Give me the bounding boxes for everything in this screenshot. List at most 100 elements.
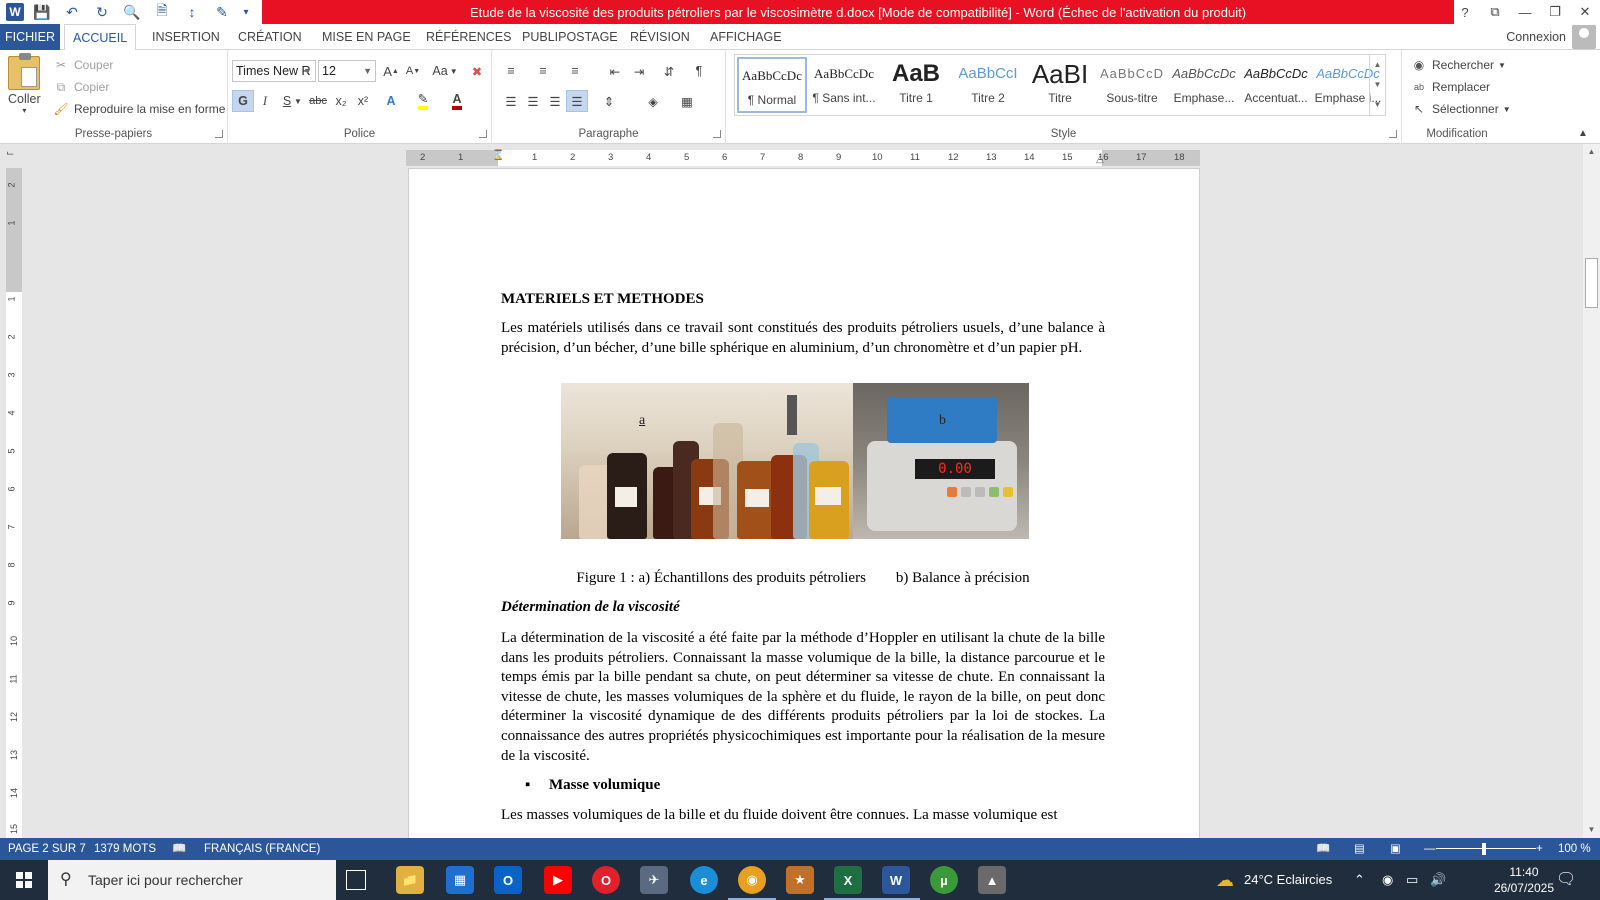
tab-selector-icon[interactable]: ⌙ bbox=[6, 148, 20, 162]
style-heading-2[interactable]: AaBbCcI Titre 2 bbox=[953, 57, 1023, 113]
scroll-up-icon[interactable]: ▲ bbox=[1583, 144, 1600, 160]
page-count[interactable]: PAGE 2 SUR 7 bbox=[8, 838, 86, 860]
document-page[interactable]: MATERIELS ET METHODES Les matériels util… bbox=[408, 168, 1200, 868]
style-normal[interactable]: AaBbCcDc ¶ Normal bbox=[737, 57, 807, 113]
superscript-button[interactable]: x² bbox=[352, 90, 374, 112]
text-effects-icon[interactable]: A bbox=[380, 90, 402, 112]
close-button[interactable]: ✕ bbox=[1570, 0, 1600, 24]
decrease-indent-icon[interactable]: ⇤ bbox=[604, 60, 626, 82]
redo-icon[interactable]: ↻ bbox=[90, 0, 114, 24]
task-view-icon[interactable] bbox=[346, 870, 366, 890]
word-icon[interactable]: W bbox=[872, 866, 920, 900]
italic-button[interactable]: I bbox=[254, 90, 276, 112]
grow-font-button[interactable]: A ▲ bbox=[380, 60, 402, 82]
tab-affichage[interactable]: AFFICHAGE bbox=[702, 24, 790, 50]
styles-launcher-icon[interactable] bbox=[1389, 130, 1397, 138]
style-subtitle[interactable]: AaBbCcD Sous-titre bbox=[1097, 57, 1167, 113]
customize-qat-icon[interactable]: ▾ bbox=[240, 0, 252, 24]
sort-icon[interactable]: ⇵ bbox=[658, 60, 680, 82]
indent-marker-icon[interactable]: ⌛ bbox=[492, 150, 504, 161]
change-case-button[interactable]: Aa ▼ bbox=[430, 60, 460, 82]
tab-mise-en-page[interactable]: MISE EN PAGE bbox=[314, 24, 419, 50]
print-preview-icon[interactable]: 🔍 bbox=[120, 0, 144, 24]
tab-creation[interactable]: CRÉATION bbox=[230, 24, 310, 50]
font-size-select[interactable]: 12 ▼ bbox=[318, 60, 376, 82]
notifications-icon[interactable]: 🗨 bbox=[1556, 860, 1576, 900]
right-indent-marker-icon[interactable]: △ bbox=[1096, 154, 1104, 165]
justify-icon[interactable]: ☰ bbox=[566, 90, 588, 112]
align-right-icon[interactable]: ☰ bbox=[544, 90, 566, 112]
underline-dropdown-icon[interactable]: ▼ bbox=[292, 90, 304, 112]
scroll-up-icon[interactable]: ▲ bbox=[1370, 55, 1385, 75]
new-document-icon[interactable]: 🗎 bbox=[150, 0, 174, 24]
weather-icon[interactable]: ☁ bbox=[1216, 860, 1234, 900]
web-layout-icon[interactable]: ▣ bbox=[1390, 838, 1401, 860]
bullets-icon[interactable]: ≡ bbox=[500, 60, 522, 82]
replace-button[interactable]: ab Remplacer bbox=[1410, 78, 1490, 96]
show-formatting-icon[interactable]: ¶ bbox=[688, 60, 710, 82]
align-center-icon[interactable]: ☰ bbox=[522, 90, 544, 112]
app-icon-2[interactable]: ▲ bbox=[978, 866, 1006, 894]
shrink-font-button[interactable]: A ▼ bbox=[402, 60, 424, 82]
select-button[interactable]: ↖ Sélectionner ▼ bbox=[1410, 100, 1511, 118]
word-count[interactable]: 1379 MOTS bbox=[94, 838, 156, 860]
tab-insertion[interactable]: INSERTION bbox=[144, 24, 228, 50]
cut-button[interactable]: ✂ Couper bbox=[52, 56, 113, 74]
paste-button[interactable]: Coller ▾ bbox=[8, 53, 41, 115]
style-subtle-emphasis[interactable]: AaBbCcDc Emphase... bbox=[1169, 57, 1239, 113]
help-button[interactable]: ? bbox=[1450, 0, 1480, 24]
numbering-icon[interactable]: ≡ bbox=[532, 60, 554, 82]
subscript-button[interactable]: x₂ bbox=[330, 90, 352, 112]
vertical-ruler[interactable]: 2 1 1 2 3 4 5 6 7 8 9 10 11 12 13 14 15 bbox=[6, 168, 22, 838]
tab-references[interactable]: RÉFÉRENCES bbox=[418, 24, 519, 50]
start-button[interactable] bbox=[0, 860, 48, 900]
excel-icon[interactable]: X bbox=[824, 866, 872, 900]
clock[interactable]: 11:40 26/07/2025 bbox=[1494, 864, 1554, 896]
format-painter-button[interactable]: 🖌 Reproduire la mise en forme bbox=[52, 100, 225, 118]
file-explorer-icon[interactable]: 📁 bbox=[396, 866, 424, 894]
ribbon-display-button[interactable]: ⧉ bbox=[1480, 0, 1510, 24]
borders-icon[interactable]: ▦ bbox=[676, 90, 698, 112]
font-family-select[interactable]: Times New R ▼ bbox=[232, 60, 316, 82]
game-icon[interactable]: ★ bbox=[786, 866, 814, 894]
tab-accueil[interactable]: ACCUEIL bbox=[64, 24, 137, 51]
scroll-down-icon[interactable]: ▼ bbox=[1370, 75, 1385, 95]
horizontal-ruler[interactable]: 2 1 1 2 3 4 5 6 7 8 9 10 11 12 13 14 15 … bbox=[406, 150, 1200, 166]
youtube-icon[interactable]: ▶ bbox=[544, 866, 572, 894]
taskbar-search[interactable]: ⚲ Taper ici pour rechercher bbox=[48, 860, 336, 900]
copy-button[interactable]: ⧉ Copier bbox=[52, 78, 110, 96]
opera-icon[interactable]: O bbox=[592, 866, 620, 894]
camera-icon[interactable]: ◉ bbox=[1382, 860, 1393, 900]
zoom-level[interactable]: 100 % bbox=[1558, 838, 1591, 860]
paragraph-launcher-icon[interactable] bbox=[713, 130, 721, 138]
scrollbar-thumb[interactable] bbox=[1585, 258, 1598, 308]
undo-icon[interactable]: ↶ bbox=[60, 0, 84, 24]
zoom-in-icon[interactable]: + bbox=[1536, 838, 1543, 860]
minimize-button[interactable]: — bbox=[1510, 0, 1540, 24]
multilevel-list-icon[interactable]: ≡ bbox=[564, 60, 586, 82]
style-no-spacing[interactable]: AaBbCcDc ¶ Sans int... bbox=[809, 57, 879, 113]
vertical-scrollbar[interactable]: ▲ ▼ bbox=[1583, 144, 1600, 838]
styles-scroll[interactable]: ▲ ▼ ▼ bbox=[1369, 55, 1385, 115]
edge-icon[interactable]: e bbox=[690, 866, 718, 894]
style-heading-1[interactable]: AaB Titre 1 bbox=[881, 57, 951, 113]
style-emphasis[interactable]: AaBbCcDc Accentuat... bbox=[1241, 57, 1311, 113]
line-spacing-icon[interactable]: ⇕ bbox=[598, 90, 620, 112]
more-styles-icon[interactable]: ▼ bbox=[1370, 95, 1385, 115]
shading-icon[interactable]: ◈ bbox=[642, 90, 664, 112]
tab-revision[interactable]: RÉVISION bbox=[622, 24, 698, 50]
font-launcher-icon[interactable] bbox=[479, 130, 487, 138]
align-left-icon[interactable]: ☰ bbox=[500, 90, 522, 112]
zoom-out-icon[interactable]: — bbox=[1424, 838, 1436, 860]
style-title[interactable]: AaBI Titre bbox=[1025, 57, 1095, 113]
bold-button[interactable]: G bbox=[232, 90, 254, 112]
avatar[interactable] bbox=[1572, 25, 1596, 49]
tab-file[interactable]: FICHIER bbox=[0, 24, 60, 50]
read-mode-icon[interactable]: 📖 bbox=[1316, 838, 1330, 860]
chevron-up-icon[interactable]: ⌃ bbox=[1354, 860, 1365, 900]
scroll-down-icon[interactable]: ▼ bbox=[1583, 822, 1600, 838]
restore-button[interactable]: ❐ bbox=[1540, 0, 1570, 24]
chrome-icon[interactable]: ◉ bbox=[728, 866, 776, 900]
clipboard-launcher-icon[interactable] bbox=[215, 130, 223, 138]
tab-publipostage[interactable]: PUBLIPOSTAGE bbox=[514, 24, 626, 50]
